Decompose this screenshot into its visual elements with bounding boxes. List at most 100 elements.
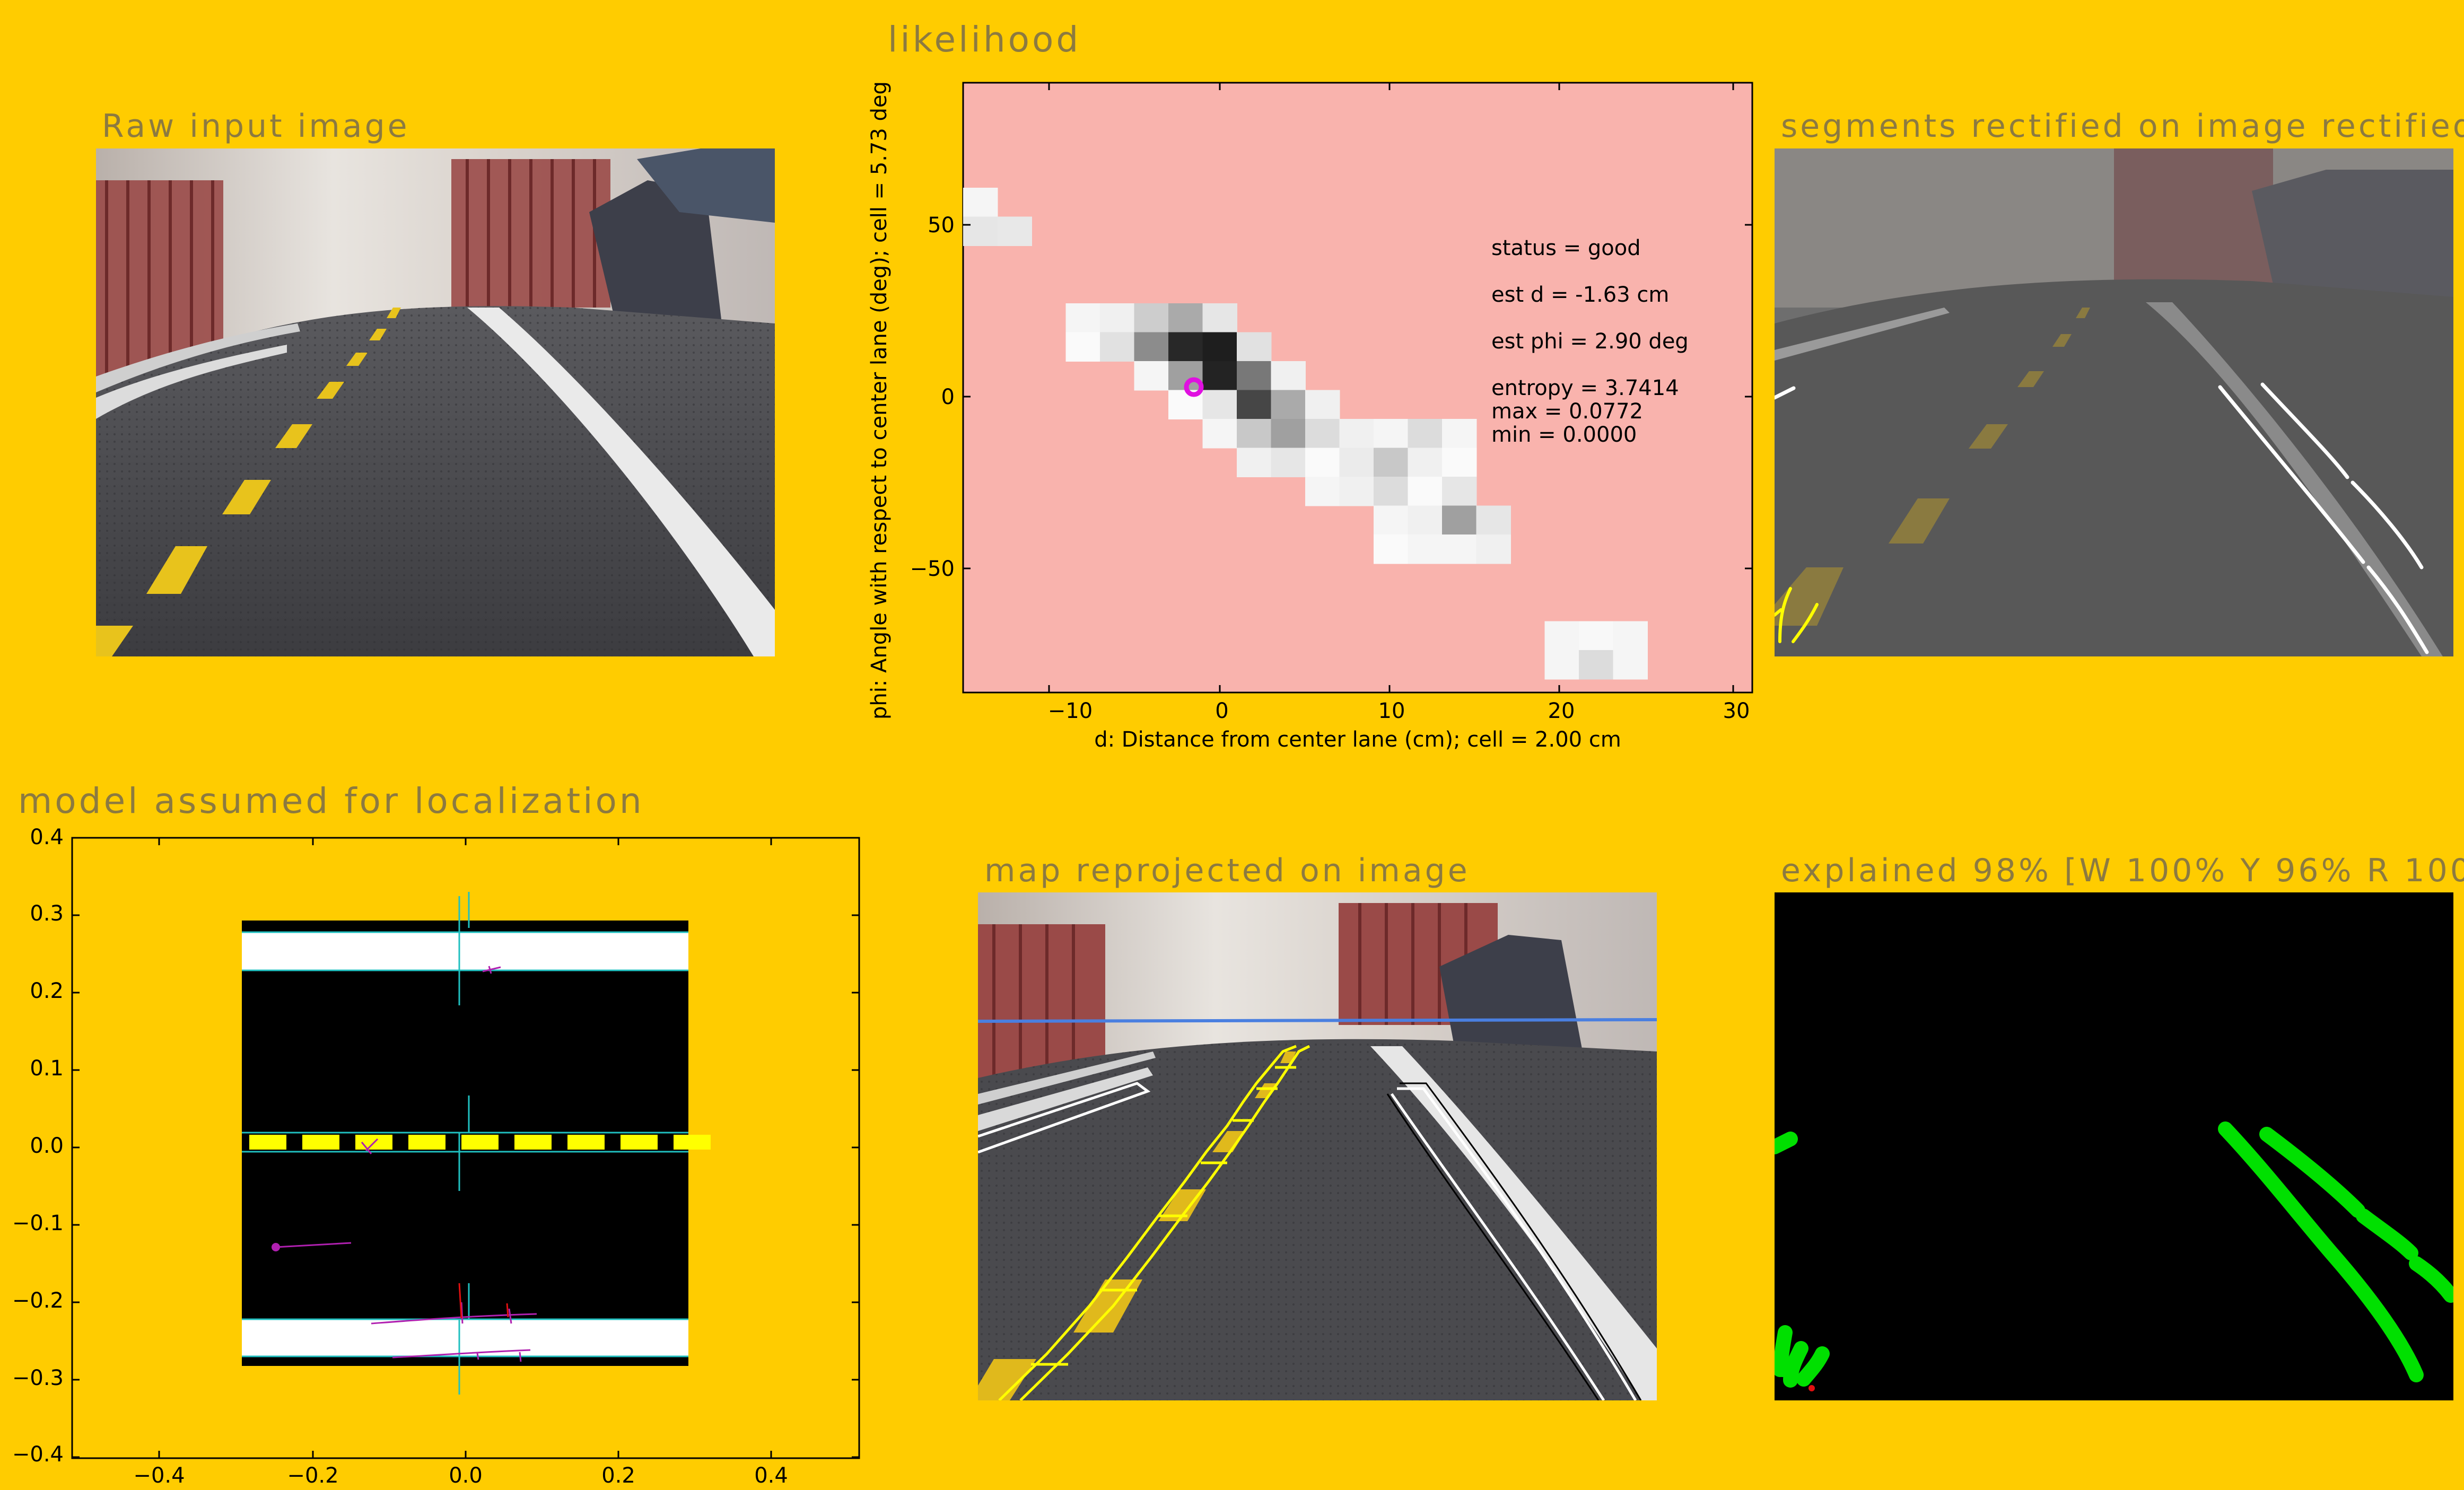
heatmap-cell — [1202, 303, 1237, 333]
min-text: min = 0.0000 — [1491, 423, 1637, 447]
segments-rectified-image — [1775, 148, 2453, 656]
yellow-dash — [567, 1135, 605, 1150]
heatmap-cell — [1134, 332, 1169, 362]
heatmap-cell — [1271, 419, 1306, 449]
heatmap-cell — [1237, 448, 1272, 477]
x-tick-label: 20 — [1548, 699, 1575, 723]
y-tick-label: 50 — [928, 213, 955, 238]
heatmap-cell — [1100, 303, 1135, 333]
heatmap-cell — [1100, 332, 1135, 362]
heatmap-cell — [1613, 650, 1648, 680]
y-tick-label: −0.3 — [12, 1366, 64, 1390]
heatmap-cell — [1271, 361, 1306, 391]
heatmap-cell — [963, 188, 998, 217]
heatmap-cell — [1339, 448, 1374, 477]
heatmap-cell — [1237, 332, 1272, 362]
heatmap-cell — [1271, 448, 1306, 477]
status-text: status = good — [1491, 236, 1641, 260]
heatmap-cell — [1442, 419, 1477, 449]
heatmap-cell — [1065, 332, 1100, 362]
y-axis-label: phi: Angle with respect to center lane (… — [867, 81, 892, 720]
yellow-dash — [621, 1135, 658, 1150]
heatmap-cell — [1168, 303, 1203, 333]
heatmap-cell — [1237, 419, 1272, 449]
x-tick-label: 0.2 — [601, 1463, 635, 1488]
heatmap-cell — [1476, 534, 1511, 564]
y-tick-label: 0.4 — [30, 825, 64, 849]
y-tick-label: −0.1 — [12, 1211, 64, 1235]
heatmap-cell — [1305, 477, 1340, 506]
heatmap-cell — [1305, 419, 1340, 449]
entropy-text: entropy = 3.7414 — [1491, 376, 1679, 400]
heatmap-cell — [1442, 534, 1477, 564]
heatmap-cell — [1613, 621, 1648, 651]
heatmap-cell — [1168, 332, 1203, 362]
x-tick-label: 0.4 — [754, 1463, 788, 1488]
yellow-dash — [408, 1135, 445, 1150]
x-tick-label: 0 — [1215, 699, 1229, 723]
yellow-dash — [302, 1135, 339, 1150]
heatmap-cell — [1408, 505, 1443, 535]
heatmap-cell — [1339, 477, 1374, 506]
heatmap-cell — [1202, 390, 1237, 419]
heatmap-cell — [1579, 621, 1614, 651]
heatmap-cell — [1408, 419, 1443, 449]
x-tick-label: −0.2 — [287, 1463, 339, 1488]
model-plot: −0.4 −0.2 0.0 0.2 0.4 0.4 0.3 0.2 0.1 0.… — [0, 825, 880, 1488]
heatmap-cell — [1374, 477, 1409, 506]
heatmap-cell — [1442, 505, 1477, 535]
likelihood-title: likelihood — [888, 19, 1081, 60]
heatmap-cell — [1065, 303, 1100, 333]
heatmap-cell — [1374, 505, 1409, 535]
heatmap-cell — [1305, 390, 1340, 419]
y-tick-label: −0.2 — [12, 1289, 64, 1313]
heatmap-cell — [1374, 534, 1409, 564]
heatmap-cell — [1134, 303, 1169, 333]
y-tick-label: 0.1 — [30, 1056, 64, 1081]
heatmap-cell — [1202, 361, 1237, 391]
x-tick-label: 0.0 — [449, 1463, 483, 1488]
likelihood-chart: status = good est d = -1.63 cm est phi =… — [867, 74, 1771, 758]
heatmap-cell — [997, 216, 1032, 246]
heatmap-cell — [1202, 419, 1237, 449]
heatmap-cell — [1544, 621, 1579, 651]
heatmap-cell — [1408, 477, 1443, 506]
heatmap-cell — [1374, 419, 1409, 449]
heatmap-cell — [1305, 448, 1340, 477]
y-tick-label: 0.0 — [30, 1134, 64, 1158]
heatmap-cell — [1476, 505, 1511, 535]
y-tick-label: −0.4 — [12, 1442, 64, 1467]
heatmap-cell — [963, 216, 998, 246]
heatmap-cell — [1202, 332, 1237, 362]
y-tick-label: 0.3 — [30, 901, 64, 926]
yellow-dash — [674, 1135, 711, 1150]
x-tick-label: −10 — [1047, 699, 1093, 723]
heatmap-cell — [1237, 361, 1272, 391]
segments-title: segments rectified on image rectified — [1781, 108, 2464, 145]
heatmap-cell — [1544, 650, 1579, 680]
map-title: map reprojected on image — [984, 852, 1470, 889]
x-tick-label: −0.4 — [133, 1463, 185, 1488]
y-tick-label: −50 — [910, 557, 955, 581]
explained-title: explained 98% [W 100% Y 96% R 100%] — [1781, 852, 2464, 889]
heatmap-cell — [1271, 390, 1306, 419]
yellow-dash — [461, 1135, 499, 1150]
est-d-text: est d = -1.63 cm — [1491, 283, 1670, 307]
x-axis-label: d: Distance from center lane (cm); cell … — [1094, 728, 1621, 752]
yellow-dash — [514, 1135, 552, 1150]
model-title: model assumed for localization — [18, 781, 644, 821]
raw-image-title: Raw input image — [102, 108, 410, 145]
max-text: max = 0.0772 — [1491, 399, 1644, 424]
heatmap-cell — [1237, 390, 1272, 419]
heatmap-cell — [1408, 534, 1443, 564]
yellow-dash — [249, 1135, 286, 1150]
heatmap-cell — [1442, 477, 1477, 506]
heatmap-cell — [1134, 361, 1169, 391]
x-tick-label: 30 — [1723, 699, 1750, 723]
map-reprojected-image — [978, 892, 1657, 1400]
raw-input-image — [96, 148, 775, 656]
heatmap-cell — [1442, 448, 1477, 477]
heatmap-cell — [1579, 650, 1614, 680]
est-phi-text: est phi = 2.90 deg — [1491, 329, 1689, 354]
explained-image — [1775, 892, 2453, 1400]
